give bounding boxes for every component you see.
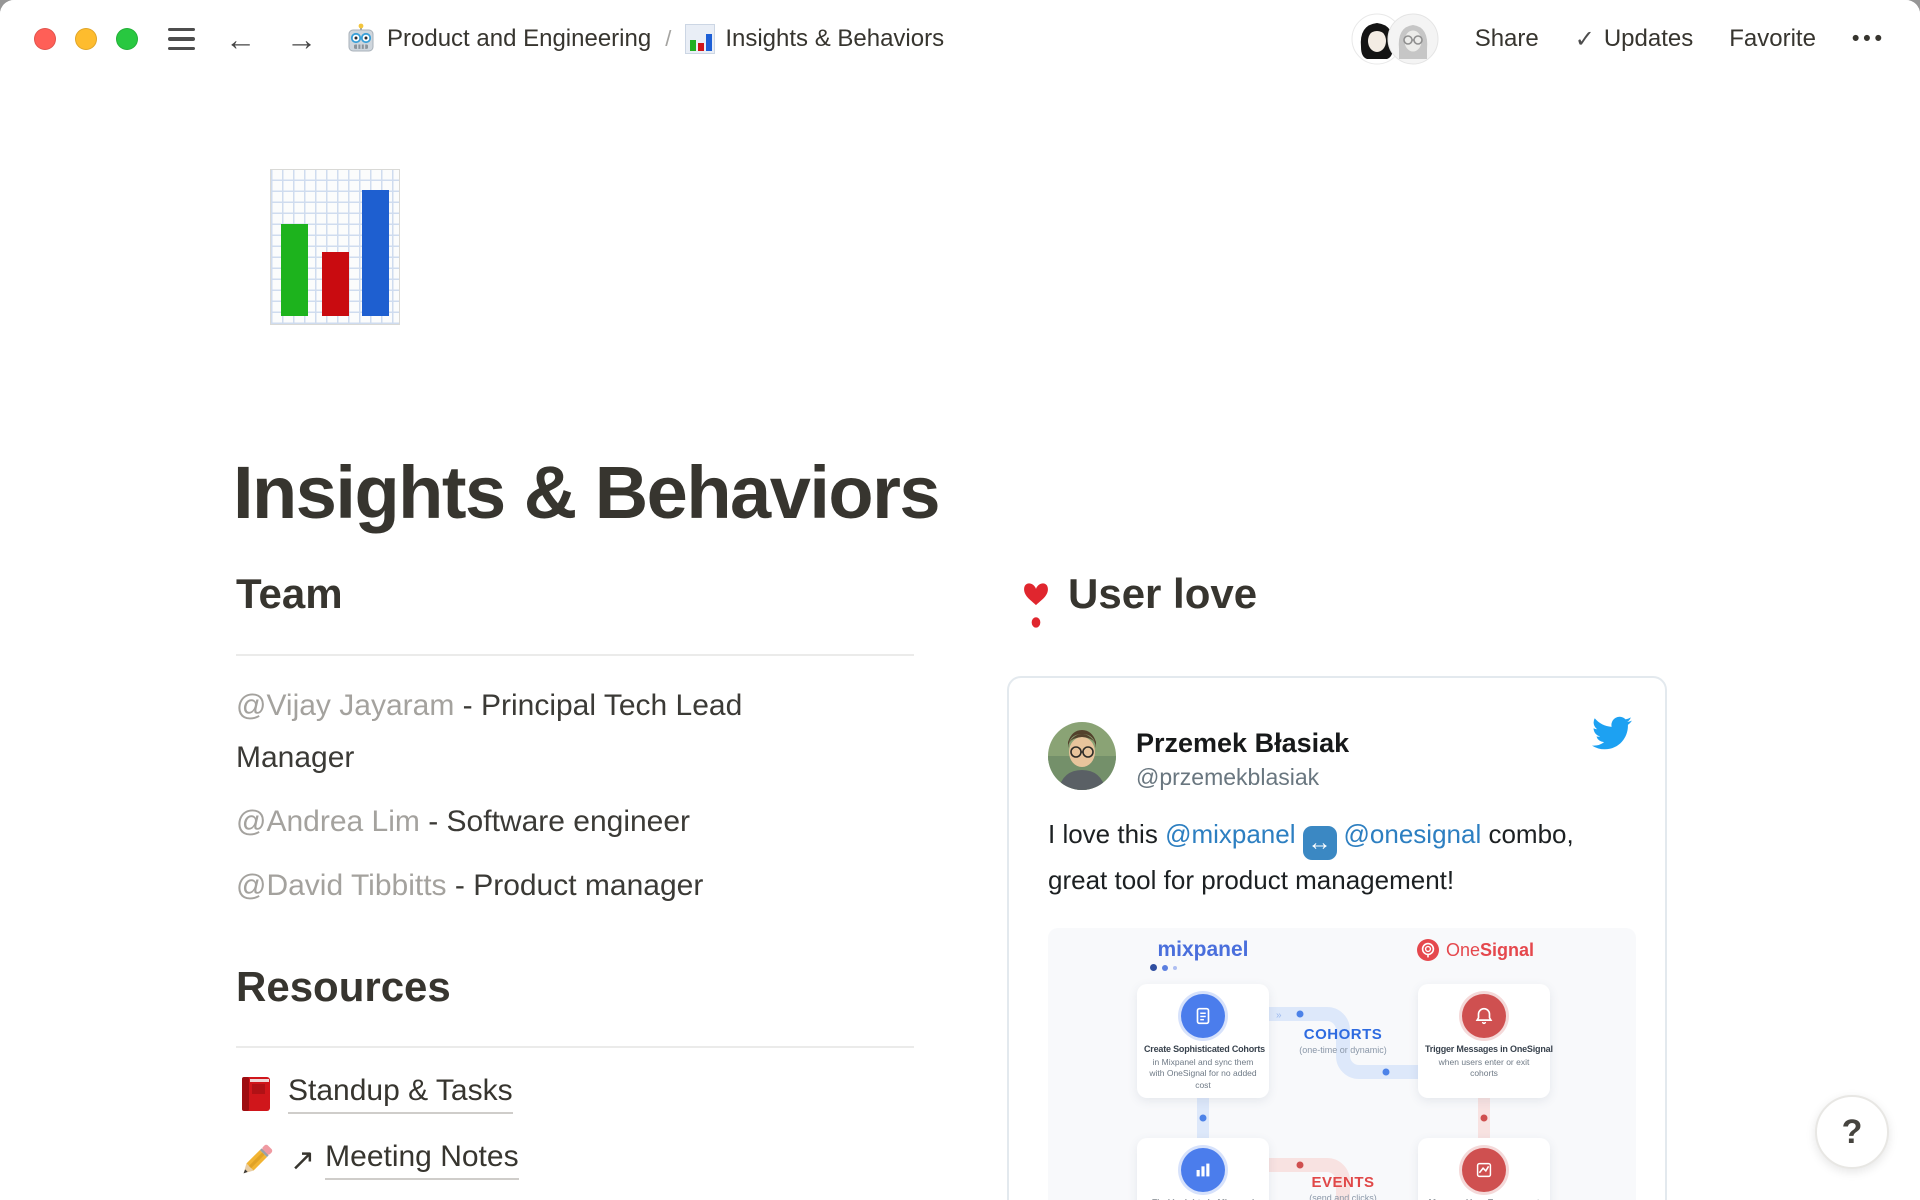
team-list: @Vijay Jayaram - Principal Tech Lead Man… xyxy=(236,680,808,924)
tweet-text-prefix: I love this xyxy=(1048,819,1165,849)
breadcrumb-separator: / xyxy=(665,26,671,52)
tweet-avatar-image xyxy=(1048,722,1116,790)
divider xyxy=(236,1046,914,1048)
member-role: - Software engineer xyxy=(420,805,690,838)
line-chart-icon xyxy=(1462,1148,1506,1192)
north-east-arrow-icon: ↗ xyxy=(290,1143,315,1178)
mention-link[interactable]: @Andrea Lim xyxy=(236,805,420,838)
cohorts-label: COHORTS (one-time or dynamic) xyxy=(1278,1026,1408,1055)
svg-text:»: » xyxy=(1276,1010,1282,1021)
tweet-media-image[interactable]: mixpanel OneSignal xyxy=(1048,928,1636,1200)
zoom-window-button[interactable] xyxy=(116,28,138,50)
help-button[interactable]: ? xyxy=(1815,1095,1889,1169)
page-icon-bar-chart[interactable] xyxy=(270,169,400,325)
bar-chart-emoji-icon xyxy=(685,24,715,54)
divider xyxy=(236,654,914,656)
heart-exclamation-emoji-icon xyxy=(1016,578,1056,630)
notion-window: ← → Product and Engineering xyxy=(0,0,1920,1200)
help-label: ? xyxy=(1842,1113,1863,1152)
pencil-emoji-icon xyxy=(238,1140,276,1180)
tweet-embed-card: Przemek Błasiak @przemekblasiak I love t… xyxy=(1007,676,1667,1200)
breadcrumb: Product and Engineering / Insights & Beh… xyxy=(345,23,944,55)
tweet-author-name[interactable]: Przemek Błasiak xyxy=(1136,728,1349,759)
check-icon: ✓ xyxy=(1575,25,1595,54)
tweet-author-handle[interactable]: @przemekblasiak xyxy=(1136,764,1319,791)
sidebar-menu-button[interactable] xyxy=(168,28,195,51)
traffic-lights xyxy=(34,28,138,50)
team-member: @David Tibbitts - Product manager xyxy=(236,860,808,912)
events-label: EVENTS (send and clicks) xyxy=(1278,1174,1408,1200)
close-window-button[interactable] xyxy=(34,28,56,50)
link-meeting-notes[interactable]: ↗ Meeting Notes xyxy=(238,1140,519,1180)
diagram-card-measure-engagement: Measure User Engagement with messages, t… xyxy=(1418,1138,1550,1200)
favorite-button[interactable]: Favorite xyxy=(1729,25,1816,53)
link-label: Meeting Notes xyxy=(325,1140,518,1180)
bell-icon xyxy=(1462,994,1506,1038)
updates-label: Updates xyxy=(1604,25,1693,53)
diagram-card-create-cohorts: Create Sophisticated Cohorts in Mixpanel… xyxy=(1137,984,1269,1098)
robot-emoji-icon xyxy=(345,23,377,55)
updates-button[interactable]: ✓ Updates xyxy=(1575,25,1694,54)
team-member: @Vijay Jayaram - Principal Tech Lead Man… xyxy=(236,680,808,784)
favorite-label: Favorite xyxy=(1729,25,1816,53)
twitter-bird-icon[interactable] xyxy=(1592,716,1632,750)
onesignal-mention-link[interactable]: @onesignal xyxy=(1344,819,1482,849)
window-topbar: ← → Product and Engineering xyxy=(0,0,1920,78)
team-heading: Team xyxy=(236,570,343,618)
breadcrumb-workspace-label: Product and Engineering xyxy=(387,25,651,53)
breadcrumb-workspace[interactable]: Product and Engineering xyxy=(345,23,651,55)
page-title: Insights & Behaviors xyxy=(233,450,939,535)
tweet-text: I love this @mixpanel↔@onesignal combo, … xyxy=(1048,814,1626,901)
forward-button[interactable]: → xyxy=(286,24,317,55)
mixpanel-mention-link[interactable]: @mixpanel xyxy=(1165,819,1295,849)
member-role: - Product manager xyxy=(447,869,704,902)
link-label: Standup & Tasks xyxy=(288,1074,513,1114)
breadcrumb-page[interactable]: Insights & Behaviors xyxy=(685,24,944,54)
back-button[interactable]: ← xyxy=(225,24,256,55)
mention-link[interactable]: @David Tibbitts xyxy=(236,869,447,902)
left-right-arrow-emoji: ↔ xyxy=(1303,826,1337,860)
bar-chart-icon xyxy=(1181,1148,1225,1192)
topbar-actions: Share ✓ Updates Favorite ••• xyxy=(1351,13,1886,65)
collaborator-avatar-2 xyxy=(1387,13,1439,65)
share-button[interactable]: Share xyxy=(1475,25,1539,53)
diagram-card-find-insights: Find Insights in Mixpanel with powerful … xyxy=(1137,1138,1269,1200)
share-label: Share xyxy=(1475,25,1539,53)
more-options-button[interactable]: ••• xyxy=(1852,27,1886,51)
document-icon xyxy=(1181,994,1225,1038)
breadcrumb-page-label: Insights & Behaviors xyxy=(725,25,944,53)
red-book-emoji-icon xyxy=(238,1074,274,1114)
diagram-card-trigger-messages: Trigger Messages in OneSignal when users… xyxy=(1418,984,1550,1098)
ellipsis-icon: ••• xyxy=(1852,27,1886,51)
link-standup-tasks[interactable]: Standup & Tasks xyxy=(238,1074,513,1114)
tweet-author-avatar[interactable] xyxy=(1048,722,1116,790)
user-love-heading: User love xyxy=(1068,570,1257,618)
collaborator-avatars[interactable] xyxy=(1351,13,1439,65)
team-member: @Andrea Lim - Software engineer xyxy=(236,796,808,848)
mention-link[interactable]: @Vijay Jayaram xyxy=(236,689,454,722)
minimize-window-button[interactable] xyxy=(75,28,97,50)
resources-heading: Resources xyxy=(236,963,451,1011)
